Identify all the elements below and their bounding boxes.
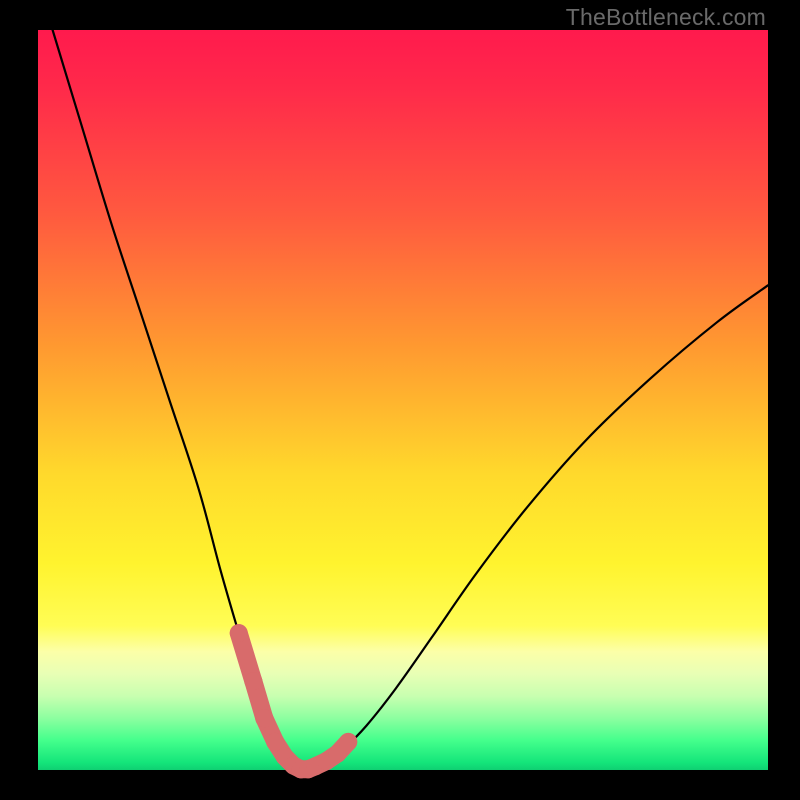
valley-marker-dot <box>266 733 284 751</box>
curve-svg <box>38 30 768 770</box>
valley-marker-dot <box>255 709 273 727</box>
valley-marker-dot <box>230 624 248 642</box>
marker-group <box>230 624 358 778</box>
chart-frame: TheBottleneck.com <box>0 0 800 800</box>
valley-marker-dot <box>244 672 262 690</box>
bottleneck-curve <box>53 30 768 770</box>
plot-area <box>38 30 768 770</box>
valley-marker-dot <box>339 733 357 751</box>
watermark-text: TheBottleneck.com <box>566 4 766 31</box>
